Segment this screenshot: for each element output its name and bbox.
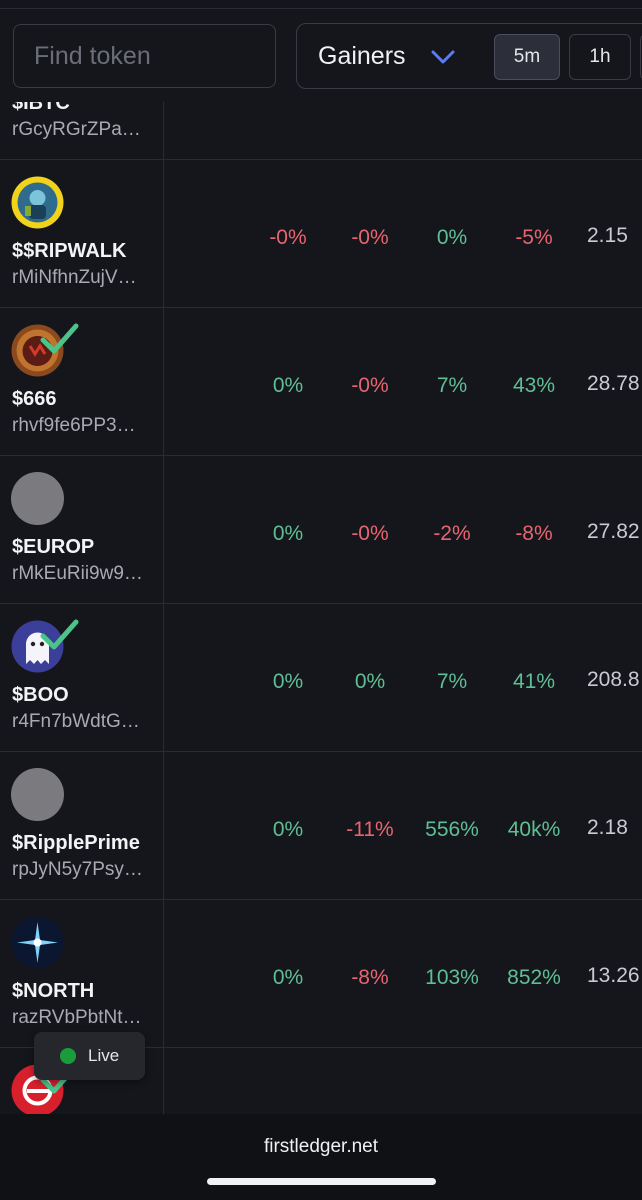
- search-box: [13, 24, 276, 88]
- sort-dropdown[interactable]: Gainers: [318, 42, 406, 71]
- token-price: 2.15: [587, 224, 628, 247]
- change-24h: -8%: [515, 522, 553, 545]
- timeframe-5m-button[interactable]: 5m: [494, 34, 560, 80]
- token-name-cell: $BOO r4Fn7bWdtG…: [0, 604, 164, 751]
- token-price: 2.18: [587, 816, 628, 839]
- change-6h: 103%: [425, 966, 479, 989]
- ghost-logo-icon: [11, 619, 79, 673]
- change-24h: 40k%: [507, 818, 561, 841]
- token-symbol: $RipplePrime: [12, 832, 140, 854]
- change-1h: -0%: [351, 374, 389, 397]
- verified-check-icon: [40, 619, 79, 650]
- timeframe-label: 1h: [589, 46, 611, 67]
- change-5m: -0%: [269, 226, 307, 249]
- token-price: 27.82: [587, 520, 640, 543]
- token-price: 208.8: [587, 668, 640, 691]
- table-row[interactable]: $666 rhvf9fe6PP3… 0% -0% 7% 43% 28.78: [0, 308, 642, 456]
- chevron-down-icon[interactable]: [431, 50, 455, 64]
- 666-logo-icon: [11, 323, 79, 377]
- token-name-cell: $RipplePrime rpJyN5y7Psy…: [0, 752, 164, 899]
- table-row[interactable]: $EUROP rMkEuRii9w9… 0% -0% -2% -8% 27.82: [0, 456, 642, 604]
- token-symbol: $BOO: [12, 684, 69, 706]
- home-indicator[interactable]: [207, 1178, 436, 1185]
- token-name-cell: $NORTH razRVbPbtNt…: [0, 900, 164, 1047]
- live-status-badge[interactable]: Live: [34, 1032, 145, 1080]
- token-address: rMiNfhnZujV…: [12, 267, 137, 288]
- token-symbol: $666: [12, 388, 57, 410]
- change-24h: -5%: [515, 226, 553, 249]
- top-divider: [0, 8, 642, 9]
- token-symbol: $$RIPWALK: [12, 240, 127, 262]
- table-row[interactable]: $NORTH razRVbPbtNt… 0% -8% 103% 852% 13.…: [0, 900, 642, 1048]
- placeholder-avatar: [11, 768, 64, 821]
- ripwalk-logo-icon: [11, 176, 64, 229]
- token-price: 13.26: [587, 964, 640, 987]
- browser-bottom-bar: firstledger.net: [0, 1114, 642, 1200]
- live-dot-icon: [60, 1048, 76, 1064]
- token-name-cell: $EUROP rMkEuRii9w9…: [0, 456, 164, 603]
- change-24h: 852%: [507, 966, 561, 989]
- placeholder-avatar: [11, 472, 64, 525]
- table-row[interactable]: $RipplePrime rpJyN5y7Psy… 0% -11% 556% 4…: [0, 752, 642, 900]
- token-symbol: $EUROP: [12, 536, 95, 558]
- token-address: rpJyN5y7Psy…: [12, 859, 143, 880]
- token-address: razRVbPbtNt…: [12, 1007, 142, 1028]
- change-1h: -0%: [351, 522, 389, 545]
- token-address: r4Fn7bWdtG…: [12, 711, 140, 732]
- change-5m: 0%: [272, 522, 304, 545]
- timeframe-1h-button[interactable]: 1h: [569, 34, 631, 80]
- change-6h: 7%: [436, 670, 468, 693]
- table-row[interactable]: $$RIPWALK rMiNfhnZujV… -0% -0% 0% -5% 2.…: [0, 160, 642, 308]
- change-6h: 556%: [425, 818, 479, 841]
- token-name-cell: $$RIPWALK rMiNfhnZujV…: [0, 160, 164, 307]
- search-input[interactable]: [14, 25, 275, 87]
- token-address: rMkEuRii9w9…: [12, 563, 143, 584]
- change-5m: 0%: [272, 818, 304, 841]
- token-address: rhvf9fe6PP3…: [12, 415, 136, 436]
- change-1h: -0%: [351, 226, 389, 249]
- north-star-logo-icon: [11, 916, 64, 969]
- live-label: Live: [88, 1046, 120, 1065]
- change-6h: 0%: [436, 226, 468, 249]
- token-name-cell: $666 rhvf9fe6PP3…: [0, 308, 164, 455]
- change-24h: 43%: [512, 374, 556, 397]
- change-5m: 0%: [272, 966, 304, 989]
- change-6h: 7%: [436, 374, 468, 397]
- change-6h: -2%: [433, 522, 471, 545]
- timeframe-label: 5m: [513, 46, 541, 67]
- change-5m: 0%: [272, 374, 304, 397]
- change-1h: 0%: [354, 670, 386, 693]
- change-1h: -8%: [351, 966, 389, 989]
- token-address: rGcyRGrZPa…: [12, 119, 141, 140]
- change-5m: 0%: [272, 670, 304, 693]
- change-24h: 41%: [512, 670, 556, 693]
- token-price: 28.78: [587, 372, 640, 395]
- table-row[interactable]: $BOO r4Fn7bWdtG… 0% 0% 7% 41% 208.8: [0, 604, 642, 752]
- change-1h: -11%: [346, 818, 394, 841]
- filter-bar: Gainers 5m 1h: [0, 10, 642, 102]
- token-symbol: $NORTH: [12, 980, 95, 1002]
- browser-url[interactable]: firstledger.net: [0, 1136, 642, 1158]
- verified-check-icon: [40, 323, 79, 354]
- sort-controls: Gainers 5m 1h: [296, 23, 642, 89]
